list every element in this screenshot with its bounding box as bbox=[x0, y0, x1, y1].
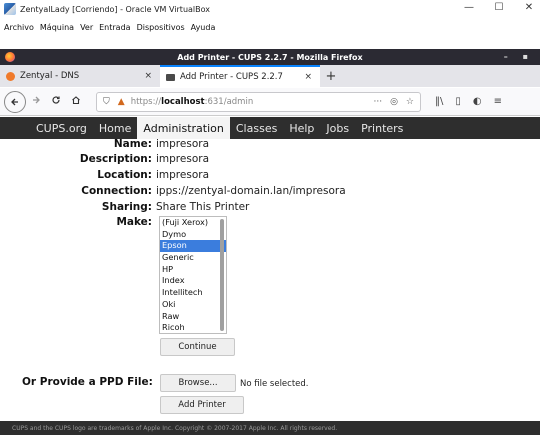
url-bar[interactable]: ⛉ ▲ https:// localhost :631/admin ··· ◎ … bbox=[96, 91, 421, 112]
cups-favicon-icon bbox=[166, 73, 175, 81]
no-file-selected-text: No file selected. bbox=[240, 379, 309, 389]
nav-help[interactable]: Help bbox=[283, 117, 320, 139]
reload-button[interactable] bbox=[46, 95, 66, 108]
menu-ayuda[interactable]: Ayuda bbox=[191, 23, 216, 32]
cups-footer: CUPS and the CUPS logo are trademarks of… bbox=[0, 421, 540, 435]
field-make: Make: bbox=[0, 215, 152, 229]
hamburger-menu-icon[interactable]: ≡ bbox=[494, 96, 502, 107]
menu-maquina[interactable]: Máquina bbox=[40, 23, 74, 32]
field-value: ipps://zentyal-domain.lan/impresora bbox=[156, 185, 346, 197]
field-name: Name: impresora bbox=[0, 137, 209, 151]
home-icon bbox=[72, 96, 80, 105]
back-button[interactable] bbox=[4, 90, 26, 113]
field-label: Location: bbox=[97, 169, 152, 181]
virtualbox-logo-icon bbox=[4, 3, 16, 15]
add-printer-button[interactable]: Add Printer bbox=[160, 396, 244, 414]
field-label: Description: bbox=[79, 153, 152, 165]
arrow-right-icon bbox=[33, 96, 40, 104]
listbox-scrollbar[interactable] bbox=[220, 219, 224, 331]
maximize-button[interactable]: ☐ bbox=[492, 2, 506, 13]
field-label: Sharing: bbox=[101, 201, 152, 213]
field-label: Name: bbox=[113, 138, 152, 150]
make-option[interactable]: Oki bbox=[160, 299, 226, 311]
pocket-icon[interactable]: ◎ bbox=[390, 97, 398, 107]
make-option[interactable]: Raw bbox=[160, 311, 226, 323]
cups-navbar: CUPS.org Home Administration Classes Hel… bbox=[0, 117, 540, 139]
library-icon[interactable]: ‖\ bbox=[435, 96, 443, 107]
reload-icon bbox=[52, 96, 60, 104]
menu-entrada[interactable]: Entrada bbox=[99, 23, 130, 32]
sidebar-icon[interactable]: ▯ bbox=[455, 96, 461, 107]
home-button[interactable] bbox=[66, 95, 86, 108]
tab-zentyal-dns[interactable]: Zentyal - DNS × bbox=[0, 65, 160, 87]
nav-home[interactable]: Home bbox=[93, 117, 137, 139]
firefox-logo-icon bbox=[5, 52, 15, 62]
tab-bar: Zentyal - DNS × Add Printer - CUPS 2.2.7… bbox=[0, 65, 540, 87]
virtualbox-window-title: ZentyalLady [Corriendo] - Oracle VM Virt… bbox=[20, 4, 211, 14]
continue-button[interactable]: Continue bbox=[160, 338, 235, 356]
virtualbox-menubar: Archivo Máquina Ver Entrada Dispositivos… bbox=[0, 19, 540, 35]
field-value: impresora bbox=[156, 153, 210, 165]
browse-button[interactable]: Browse... bbox=[160, 374, 236, 392]
make-option[interactable]: Ricoh bbox=[160, 322, 226, 333]
url-actions: ··· ◎ ☆ bbox=[373, 97, 414, 107]
window-controls: — ☐ ✕ bbox=[462, 2, 536, 13]
tab-close-icon[interactable]: × bbox=[304, 72, 312, 82]
menu-dispositivos[interactable]: Dispositivos bbox=[137, 23, 185, 32]
tab-label: Zentyal - DNS bbox=[20, 71, 80, 81]
toolbar-right-icons: ‖\ ▯ ◐ ≡ bbox=[435, 96, 502, 107]
make-option[interactable]: (Fuji Xerox) bbox=[160, 217, 226, 229]
page-actions-menu-icon[interactable]: ··· bbox=[373, 97, 382, 107]
field-label: Make: bbox=[116, 216, 152, 228]
url-path: :631/admin bbox=[204, 96, 254, 107]
make-option[interactable]: HP bbox=[160, 264, 226, 276]
make-option[interactable]: Index bbox=[160, 275, 226, 287]
ppd-file-label: Or Provide a PPD File: bbox=[22, 376, 153, 388]
add-printer-form: Name: impresora Description: impresora L… bbox=[0, 137, 540, 421]
url-prefix: https:// bbox=[130, 96, 162, 107]
arrow-left-icon bbox=[11, 98, 18, 105]
firefox-window-controls[interactable]: – ▪ bbox=[504, 52, 534, 61]
tab-close-icon[interactable]: × bbox=[144, 71, 152, 81]
field-location: Location: impresora bbox=[0, 168, 209, 182]
extension-icon[interactable]: ◐ bbox=[473, 96, 482, 107]
minimize-button[interactable]: — bbox=[462, 2, 476, 13]
tab-add-printer[interactable]: Add Printer - CUPS 2.2.7 × bbox=[160, 65, 320, 87]
menu-archivo[interactable]: Archivo bbox=[4, 23, 34, 32]
nav-cups-org[interactable]: CUPS.org bbox=[30, 117, 93, 139]
forward-button[interactable] bbox=[26, 95, 46, 108]
make-option[interactable]: Dymo bbox=[160, 229, 226, 241]
firefox-window-title: Add Printer - CUPS 2.2.7 - Mozilla Firef… bbox=[177, 52, 363, 62]
field-sharing: Sharing: Share This Printer bbox=[0, 200, 249, 214]
make-select-list[interactable]: (Fuji Xerox) Dymo Epson Generic HP Index… bbox=[159, 216, 227, 334]
field-value: Share This Printer bbox=[156, 201, 250, 213]
make-option[interactable]: Intellitech bbox=[160, 287, 226, 299]
make-option-selected[interactable]: Epson bbox=[160, 240, 226, 253]
navigation-toolbar: ⛉ ▲ https:// localhost :631/admin ··· ◎ … bbox=[0, 88, 540, 116]
tab-label: Add Printer - CUPS 2.2.7 bbox=[180, 72, 283, 82]
tracking-shield-icon[interactable]: ⛉ bbox=[103, 97, 110, 107]
bookmark-star-icon[interactable]: ☆ bbox=[406, 97, 414, 107]
menu-ver[interactable]: Ver bbox=[80, 23, 93, 32]
nav-administration[interactable]: Administration bbox=[137, 117, 230, 139]
field-label: Connection: bbox=[81, 185, 152, 197]
nav-classes[interactable]: Classes bbox=[230, 117, 283, 139]
field-description: Description: impresora bbox=[0, 152, 209, 166]
nav-printers[interactable]: Printers bbox=[355, 117, 409, 139]
url-host: localhost bbox=[161, 96, 205, 107]
firefox-titlebar: Add Printer - CUPS 2.2.7 - Mozilla Firef… bbox=[0, 49, 540, 65]
field-value: impresora bbox=[156, 169, 210, 181]
new-tab-button[interactable]: + bbox=[320, 65, 342, 87]
field-value: impresora bbox=[156, 138, 210, 150]
close-button[interactable]: ✕ bbox=[522, 2, 536, 13]
field-connection: Connection: ipps://zentyal-domain.lan/im… bbox=[0, 184, 346, 198]
warning-lock-icon[interactable]: ▲ bbox=[118, 97, 125, 107]
virtualbox-titlebar: ZentyalLady [Corriendo] - Oracle VM Virt… bbox=[0, 0, 540, 18]
nav-jobs[interactable]: Jobs bbox=[320, 117, 355, 139]
make-option[interactable]: Generic bbox=[160, 252, 226, 264]
zentyal-favicon-icon bbox=[6, 71, 15, 81]
